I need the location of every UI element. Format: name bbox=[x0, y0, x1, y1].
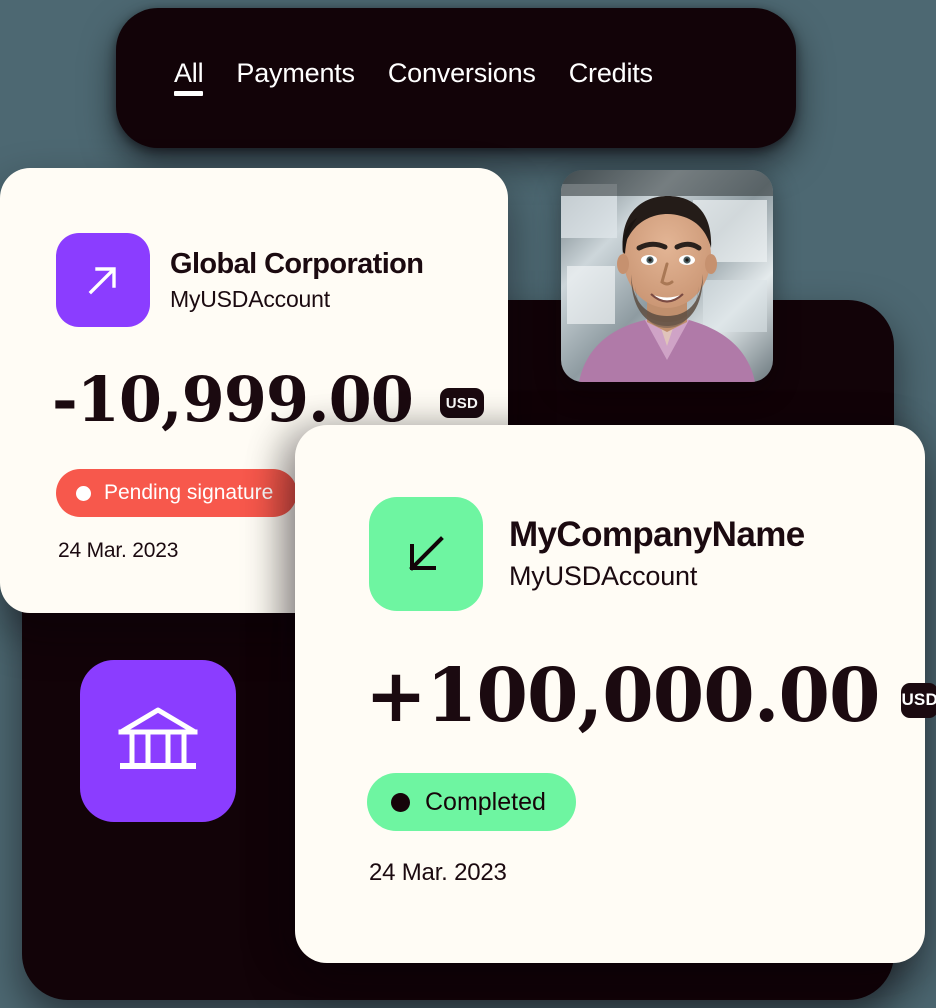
status-label: Completed bbox=[425, 787, 546, 816]
account-name: MyUSDAccount bbox=[509, 560, 698, 591]
tab-credits[interactable]: Credits bbox=[569, 60, 653, 96]
transaction-card-incoming[interactable]: MyCompanyName MyUSDAccount +100,000.00 U… bbox=[295, 425, 936, 963]
screen-root: All Payments Conversions Credits Global … bbox=[0, 0, 936, 1008]
currency-badge: USD bbox=[439, 388, 484, 418]
status-label: Pending signature bbox=[104, 481, 274, 504]
party-name: Global Corporation bbox=[170, 247, 424, 280]
party-name: MyCompanyName bbox=[509, 514, 805, 554]
account-name: MyUSDAccount bbox=[170, 285, 330, 312]
bank-building-icon[interactable] bbox=[80, 660, 236, 822]
status-badge: Pending signature bbox=[56, 469, 298, 517]
transaction-amount-row: -10,999.00 USD bbox=[0, 327, 508, 431]
status-badge: Completed bbox=[367, 773, 576, 831]
transaction-party-block: Global Corporation MyUSDAccount bbox=[170, 247, 424, 314]
arrow-up-right-icon bbox=[56, 233, 150, 327]
tab-conversions[interactable]: Conversions bbox=[388, 60, 536, 96]
transaction-header: Global Corporation MyUSDAccount bbox=[0, 168, 508, 327]
transaction-party-block: MyCompanyName MyUSDAccount bbox=[509, 515, 805, 594]
currency-badge: USD bbox=[901, 682, 936, 718]
status-dot-icon bbox=[391, 792, 410, 812]
transaction-amount: +100,000.00 bbox=[365, 653, 880, 739]
transaction-amount-row: +100,000.00 USD bbox=[295, 611, 936, 739]
status-dot-icon bbox=[76, 485, 91, 501]
avatar bbox=[561, 170, 773, 382]
transaction-header: MyCompanyName MyUSDAccount bbox=[295, 425, 925, 611]
tab-all[interactable]: All bbox=[174, 60, 204, 96]
transaction-amount: -10,999.00 bbox=[52, 363, 414, 436]
transaction-filter-tabs[interactable]: All Payments Conversions Credits bbox=[116, 8, 796, 148]
tab-payments[interactable]: Payments bbox=[236, 60, 355, 96]
transaction-date: 24 Mar. 2023 bbox=[369, 859, 507, 886]
arrow-down-left-icon bbox=[369, 497, 483, 611]
